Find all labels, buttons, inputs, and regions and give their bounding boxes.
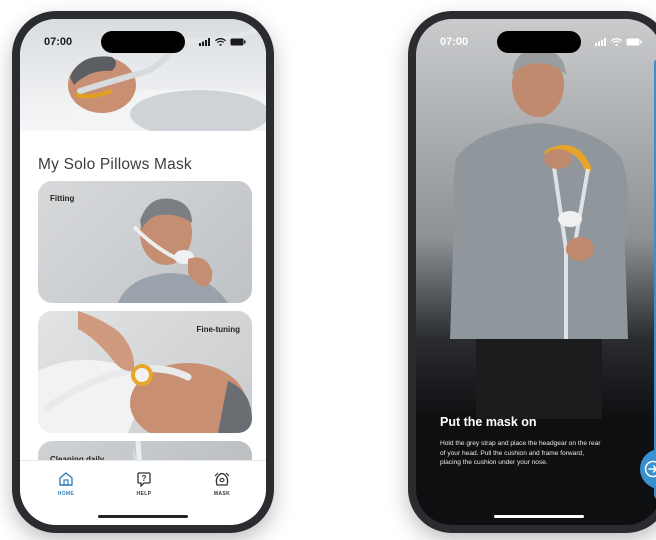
arrow-right-circle-icon: [644, 460, 656, 478]
tab-home[interactable]: HOME: [36, 471, 96, 497]
home-indicator: [494, 515, 584, 518]
card-fine-tuning[interactable]: Fine-tuning: [38, 311, 252, 433]
card-fine-tuning-label: Fine-tuning: [196, 325, 240, 334]
status-icons: [595, 38, 642, 46]
tab-mask-label: MASK: [213, 491, 231, 497]
status-time: 07:00: [440, 36, 469, 48]
instruction-image: [416, 19, 656, 419]
wifi-icon: [215, 38, 226, 46]
page-title: My Solo Pillows Mask: [38, 156, 192, 173]
card-fitting[interactable]: Fitting: [38, 181, 252, 303]
signal-icon: [595, 38, 606, 46]
mask-icon: [214, 472, 230, 486]
tab-mask[interactable]: MASK: [192, 471, 252, 497]
home-screen: 07:00 My Solo Pillows Mask Fitting Fine-…: [20, 19, 266, 525]
tab-home-label: HOME: [57, 491, 75, 497]
home-indicator: [98, 515, 188, 518]
instruction-body: Hold the grey strap and place the headge…: [440, 440, 601, 467]
home-icon: [59, 472, 73, 486]
status-bar: 07:00: [44, 34, 246, 50]
wifi-icon: [611, 38, 622, 46]
card-fitting-label: Fitting: [50, 194, 75, 203]
phone-instruction-screen: 07:00 Put the mask on Hold the grey stra…: [408, 11, 656, 533]
status-icons: [199, 38, 246, 46]
battery-icon: [230, 38, 246, 46]
man-holding-mask-image: [416, 19, 656, 419]
battery-icon: [626, 38, 642, 46]
tab-help-label: HELP: [136, 491, 152, 497]
bottom-tab-bar: HOME ? HELP MASK: [20, 460, 266, 525]
instruction-title: Put the mask on: [440, 415, 537, 429]
signal-icon: [199, 38, 210, 46]
instruction-screen: 07:00 Put the mask on Hold the grey stra…: [416, 19, 656, 525]
status-bar: 07:00: [440, 34, 642, 50]
status-time: 07:00: [44, 36, 73, 48]
phone-home-screen: 07:00 My Solo Pillows Mask Fitting Fine-…: [12, 11, 274, 533]
next-step-button[interactable]: [640, 449, 656, 489]
help-icon: ?: [137, 472, 151, 487]
svg-text:?: ?: [142, 474, 147, 483]
tab-help[interactable]: ? HELP: [114, 471, 174, 497]
